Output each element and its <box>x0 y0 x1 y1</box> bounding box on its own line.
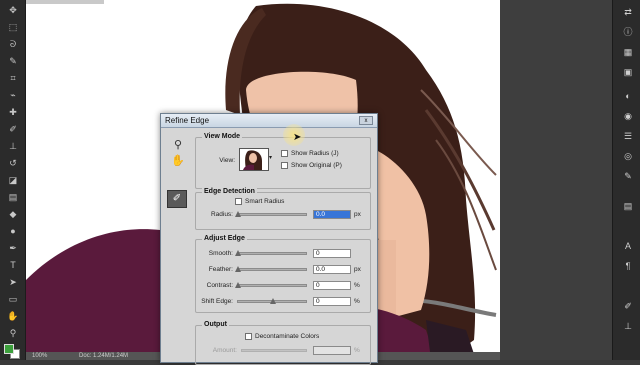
smart-radius-label: Smart Radius <box>245 198 285 205</box>
contrast-label: Contrast: <box>206 282 233 289</box>
shift-edge-input[interactable]: 0 <box>313 297 351 306</box>
shift-edge-label: Shift Edge: <box>201 298 233 305</box>
show-original-checkbox[interactable] <box>281 162 288 169</box>
shift-edge-slider-thumb[interactable] <box>270 298 276 304</box>
adjust-edge-title: Adjust Edge <box>202 235 247 242</box>
smooth-slider[interactable] <box>235 250 307 256</box>
shape-tool-icon[interactable]: ▭ <box>5 293 21 306</box>
feather-slider[interactable] <box>235 266 307 272</box>
panel-dock <box>500 0 612 360</box>
show-radius-label: Show Radius (J) <box>291 150 339 157</box>
layers-icon[interactable]: ☰ <box>621 130 635 142</box>
styles-icon[interactable]: ▣ <box>621 66 635 78</box>
tools-panel: ✥ ⬚ ᘐ ✎ ⌗ ⌁ ✚ ✐ ⊥ ↺ ◪ ▤ ◆ ● ✒ T ➤ ▭ ✋ ⚲ <box>0 0 26 360</box>
view-mode-title: View Mode <box>202 133 243 140</box>
path-selection-tool-icon[interactable]: ➤ <box>5 276 21 289</box>
doc-size: Doc: 1.24M/1.24M <box>79 353 129 359</box>
crop-tool-icon[interactable]: ⌗ <box>5 72 21 85</box>
brush-tool-icon[interactable]: ✐ <box>5 123 21 136</box>
blur-tool-icon[interactable]: ◆ <box>5 208 21 221</box>
paths-icon[interactable]: ✎ <box>621 170 635 182</box>
amount-input[interactable] <box>313 346 351 355</box>
contrast-input[interactable]: 0 <box>313 281 351 290</box>
shift-edge-unit: % <box>354 298 360 305</box>
dialog-titlebar[interactable]: Refine Edge x <box>161 114 377 128</box>
hand-tool-icon[interactable]: ✋ <box>5 310 21 323</box>
move-tool-icon[interactable]: ✥ <box>5 4 21 17</box>
history-icon[interactable]: ▤ <box>621 200 635 212</box>
character-icon[interactable]: A <box>621 240 635 252</box>
clone-source-icon[interactable]: ⊥ <box>621 320 635 332</box>
swatches-icon[interactable]: ▦ <box>621 46 635 58</box>
amount-unit: % <box>354 347 360 354</box>
smooth-input[interactable]: 0 <box>313 249 351 258</box>
radius-slider[interactable] <box>235 211 307 217</box>
quick-selection-tool-icon[interactable]: ✎ <box>5 55 21 68</box>
edge-detection-title: Edge Detection <box>202 188 257 195</box>
dodge-tool-icon[interactable]: ● <box>5 225 21 238</box>
view-preview-icon <box>240 149 268 170</box>
radius-slider-thumb[interactable] <box>235 211 241 217</box>
view-label: View: <box>219 157 235 164</box>
zoom-level[interactable]: 100% <box>32 353 47 359</box>
healing-brush-tool-icon[interactable]: ✚ <box>5 106 21 119</box>
show-radius-checkbox[interactable] <box>281 150 288 157</box>
feather-input[interactable]: 0.0 <box>313 265 351 274</box>
shift-edge-slider[interactable] <box>237 298 307 304</box>
panel-icon-arrange[interactable]: ⇄ <box>621 6 635 18</box>
info-icon[interactable]: ⓘ <box>621 26 635 38</box>
masks-icon[interactable]: ◉ <box>621 110 635 122</box>
foreground-color-swatch[interactable] <box>4 344 14 354</box>
radius-input[interactable]: 0.0 <box>313 210 351 219</box>
feather-unit: px <box>354 266 361 273</box>
zoom-icon[interactable]: ⚲ <box>171 138 185 152</box>
output-section: Output <box>195 321 371 365</box>
eyedropper-tool-icon[interactable]: ⌁ <box>5 89 21 102</box>
radius-unit: px <box>354 211 361 218</box>
paragraph-icon[interactable]: ¶ <box>621 260 635 272</box>
smart-radius-checkbox[interactable] <box>235 198 242 205</box>
brush-presets-icon[interactable]: ✐ <box>621 300 635 312</box>
decontaminate-checkbox[interactable] <box>245 333 252 340</box>
refine-radius-brush-icon[interactable]: ✐ <box>167 190 187 208</box>
type-tool-icon[interactable]: T <box>5 259 21 272</box>
eraser-tool-icon[interactable]: ◪ <box>5 174 21 187</box>
zoom-tool-icon[interactable]: ⚲ <box>5 327 21 340</box>
pen-tool-icon[interactable]: ✒ <box>5 242 21 255</box>
contrast-slider[interactable] <box>235 282 307 288</box>
feather-label: Feather: <box>208 266 233 273</box>
decontaminate-label: Decontaminate Colors <box>255 333 320 340</box>
smooth-label: Smooth: <box>208 250 233 257</box>
clone-stamp-tool-icon[interactable]: ⊥ <box>5 140 21 153</box>
radius-label: Radius: <box>210 211 233 218</box>
amount-label: Amount: <box>212 347 237 354</box>
right-panel-icons: ⇄ ⓘ ▦ ▣ ◐ ◉ ☰ ◎ ✎ ▤ A ¶ ✐ ⊥ <box>612 0 640 360</box>
document-tab <box>26 0 104 4</box>
lasso-tool-icon[interactable]: ᘐ <box>5 38 21 51</box>
gradient-tool-icon[interactable]: ▤ <box>5 191 21 204</box>
amount-slider[interactable] <box>241 349 307 352</box>
show-original-label: Show Original (P) <box>291 162 342 169</box>
contrast-slider-thumb[interactable] <box>235 282 241 288</box>
adjustments-icon[interactable]: ◐ <box>621 90 635 102</box>
chevron-down-icon[interactable]: ▾ <box>269 154 272 161</box>
close-button[interactable]: x <box>359 116 373 125</box>
feather-slider-thumb[interactable] <box>235 266 241 272</box>
smooth-slider-thumb[interactable] <box>235 250 241 256</box>
history-brush-tool-icon[interactable]: ↺ <box>5 157 21 170</box>
view-mode-thumbnail[interactable] <box>239 148 269 171</box>
contrast-unit: % <box>354 282 360 289</box>
mouse-cursor-icon: ➤ <box>293 132 302 143</box>
channels-icon[interactable]: ◎ <box>621 150 635 162</box>
marquee-tool-icon[interactable]: ⬚ <box>5 21 21 34</box>
dialog-title: Refine Edge <box>165 116 210 125</box>
output-title: Output <box>202 321 229 328</box>
hand-icon[interactable]: ✋ <box>171 154 185 168</box>
refine-edge-dialog: Refine Edge x ⚲ ✋ ✐ View Mode View: ▾ Sh… <box>160 113 378 365</box>
